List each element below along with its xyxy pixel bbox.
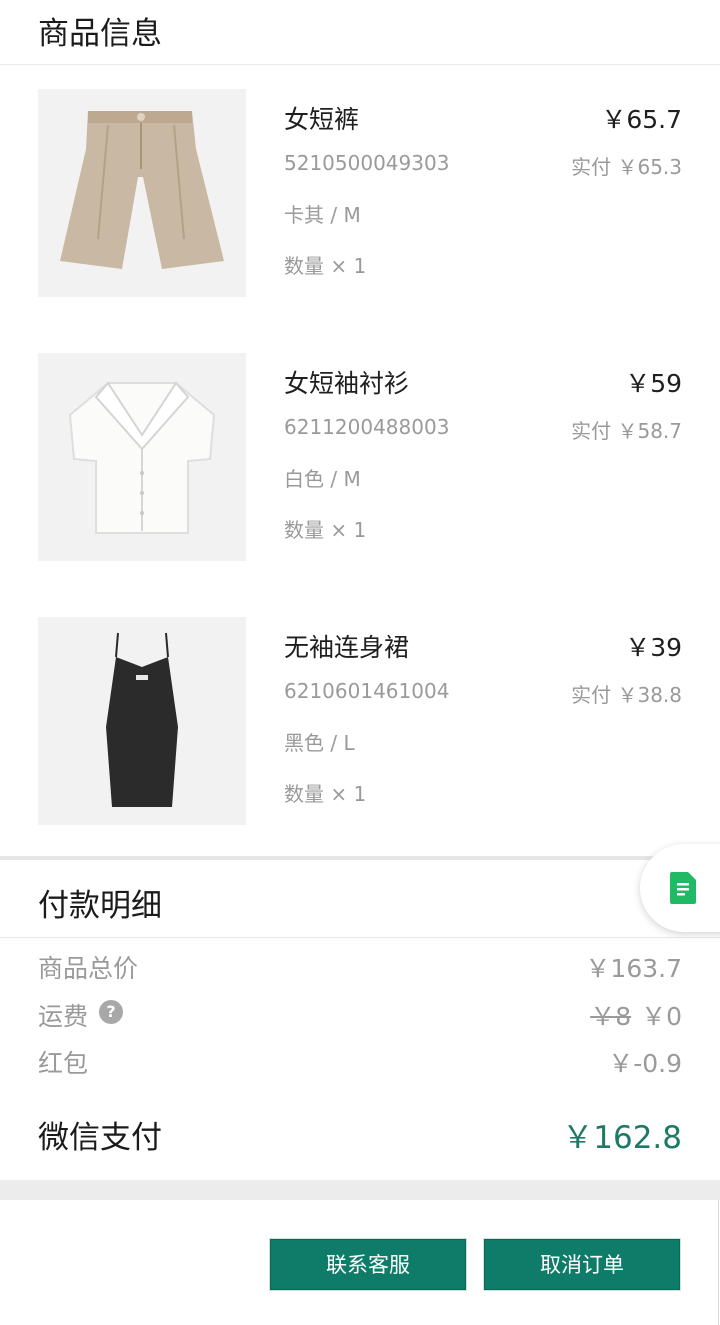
page-title: 商品信息 <box>38 16 162 52</box>
product-spec: 白色 / M <box>284 467 361 491</box>
bottom-spacer <box>0 1180 720 1200</box>
document-icon <box>670 872 696 904</box>
shipping-label: 运费 <box>38 1002 89 1031</box>
black-dress-image <box>38 617 246 825</box>
product-quantity: 数量 × 1 <box>284 518 367 542</box>
red-packet-label: 红包 <box>38 1049 89 1078</box>
product-price: ￥65.7 <box>601 105 682 134</box>
product-sku: 6210601461004 <box>284 679 450 703</box>
red-packet-value: ￥-0.9 <box>608 1049 682 1078</box>
contact-service-button[interactable]: 联系客服 <box>269 1238 467 1291</box>
khaki-shorts-image <box>38 89 246 297</box>
payment-divider <box>0 937 720 938</box>
cancel-order-button[interactable]: 取消订单 <box>483 1238 681 1291</box>
subtotal-label: 商品总价 <box>38 954 139 983</box>
payment-title: 付款明细 <box>38 888 162 924</box>
shipping-original-price: ￥8 <box>590 1002 632 1031</box>
product-price: ￥39 <box>625 633 682 662</box>
product-name: 无袖连身裙 <box>284 633 410 662</box>
payment-method-label: 微信支付 <box>38 1120 162 1156</box>
white-blouse-image <box>38 353 246 561</box>
header-divider <box>0 64 720 65</box>
product-quantity: 数量 × 1 <box>284 254 367 278</box>
section-divider <box>0 856 720 860</box>
product-price: ￥59 <box>625 369 682 398</box>
question-icon[interactable]: ? <box>99 1000 123 1024</box>
product-quantity: 数量 × 1 <box>284 782 367 806</box>
product-sku: 5210500049303 <box>284 151 450 175</box>
product-spec: 黑色 / L <box>284 731 355 755</box>
floating-document-button[interactable] <box>640 844 720 932</box>
product-spec: 卡其 / M <box>284 203 361 227</box>
product-name: 女短袖衬衫 <box>284 369 410 398</box>
shipping-value: ￥8 ￥0 <box>590 997 682 1033</box>
product-paid: 实付 ￥58.7 <box>571 419 682 443</box>
product-paid: 实付 ￥65.3 <box>571 155 682 179</box>
product-paid: 实付 ￥38.8 <box>571 683 682 707</box>
product-name: 女短裤 <box>284 105 360 134</box>
shipping-final-price: ￥0 <box>641 1002 682 1031</box>
payment-total: ￥162.8 <box>562 1120 682 1156</box>
subtotal-value: ￥163.7 <box>585 954 682 983</box>
product-sku: 6211200488003 <box>284 415 450 439</box>
